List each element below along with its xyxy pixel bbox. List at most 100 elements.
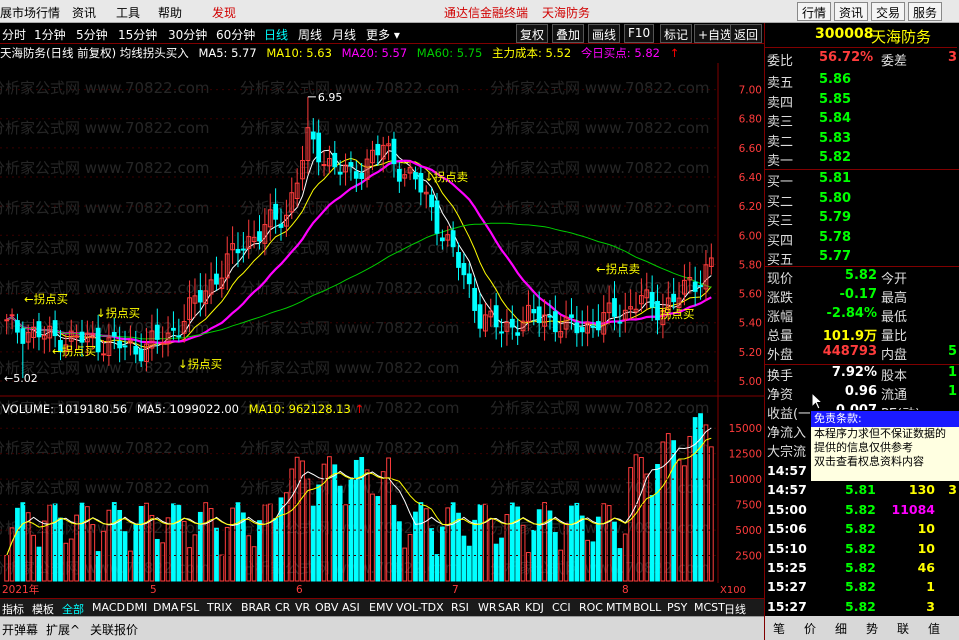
period-weekly[interactable]: 周线	[298, 26, 322, 43]
volume-bar	[214, 527, 219, 582]
indicator-tab[interactable]: MTM	[606, 601, 632, 614]
menu-help[interactable]: 帮助	[158, 4, 182, 21]
indicator-tab[interactable]: DMA	[153, 601, 179, 614]
period-monthly[interactable]: 月线	[332, 26, 356, 43]
trade-tab[interactable]: 势	[866, 620, 878, 637]
buy-level-price: 5.81	[819, 171, 852, 186]
indicator-tab[interactable]: VOL-TDX	[396, 601, 444, 614]
tick-volume: 1	[926, 579, 935, 595]
trade-button[interactable]: 交易	[871, 2, 906, 21]
indicator-tab[interactable]: CR	[275, 601, 290, 614]
period-5min[interactable]: 5分钟	[76, 26, 108, 43]
watermark-text: 分析家公式网 www.70822.com	[0, 439, 210, 457]
indicator-tab[interactable]: PSY	[667, 601, 687, 614]
candle-body	[536, 306, 542, 324]
period-more[interactable]: 更多 ▾	[366, 26, 400, 43]
volume-bar	[332, 464, 338, 582]
volume-bar	[278, 497, 284, 582]
kline-chart[interactable]: 分析家公式网 www.70822.com 分析家公式网 www.70822.com…	[0, 63, 764, 598]
volume-bar	[466, 545, 472, 582]
disclaimer-title: 免责条款:	[811, 411, 959, 427]
period-30min[interactable]: 30分钟	[168, 26, 207, 43]
trade-tab[interactable]: 笔	[773, 620, 785, 637]
indicator-tab[interactable]: WR	[478, 601, 497, 614]
overlay-button[interactable]: 叠加	[552, 24, 585, 43]
candle-body	[391, 138, 397, 165]
volume-bar	[375, 496, 381, 582]
period-tick[interactable]: 分时	[2, 26, 26, 43]
indicator-tab[interactable]: ASI	[342, 601, 360, 614]
quote-divider	[765, 364, 959, 365]
candle-body	[649, 292, 655, 308]
indicator-tab[interactable]: BRAR	[241, 601, 271, 614]
indicator-tab[interactable]: RSI	[451, 601, 469, 614]
indicator-tab[interactable]: MCST	[694, 601, 725, 614]
volume-bar	[316, 484, 322, 582]
volume-tick-label: 2500	[735, 551, 762, 563]
candle-body	[493, 305, 499, 328]
back-button[interactable]: 返回	[730, 24, 763, 43]
period-1min[interactable]: 1分钟	[34, 26, 66, 43]
trade-tab[interactable]: 值	[928, 620, 940, 637]
indicator-tab[interactable]: BOLL	[633, 601, 661, 614]
order-ratio-row: 委比 56.72% 委差 3	[767, 50, 957, 69]
trade-tab[interactable]: 价	[804, 620, 816, 637]
service-button[interactable]: 服务	[908, 2, 943, 21]
mark-button[interactable]: 标记	[660, 24, 693, 43]
indicator-tab[interactable]: DMI	[126, 601, 147, 614]
indicator-tab[interactable]: 全部	[62, 601, 84, 617]
indicator-tab[interactable]: 指标	[2, 601, 24, 617]
volume-bar	[197, 511, 203, 582]
draw-button[interactable]: 画线	[588, 24, 621, 43]
price-tick-label: 5.60	[739, 289, 762, 301]
candle-body	[348, 162, 354, 167]
linked-quote-toggle[interactable]: 关联报价	[90, 621, 138, 638]
candle-body	[117, 340, 123, 349]
candle-body	[316, 132, 322, 163]
stat-label-2: 内盘	[881, 348, 908, 363]
tick-price: 5.82	[845, 521, 876, 537]
candle-body	[4, 319, 10, 322]
indicator-tab[interactable]: FSL	[180, 601, 199, 614]
menu-market[interactable]: 展市场行情	[0, 4, 60, 21]
indicator-tab[interactable]: CCI	[552, 601, 571, 614]
menu-tools[interactable]: 工具	[116, 4, 140, 21]
danmaku-toggle[interactable]: 开弹幕	[2, 621, 38, 638]
menu-bar: 展市场行情 资讯 工具 帮助 发现 通达信金融终端 天海防务 行情 资讯 交易 …	[0, 0, 959, 23]
indicator-tab[interactable]: 模板	[32, 601, 54, 617]
sell-level-label: 卖一	[767, 154, 794, 169]
indicator-tab[interactable]: VR	[295, 601, 310, 614]
menu-discover[interactable]: 发现	[212, 4, 236, 21]
watermark-text: 分析家公式网 www.70822.com	[490, 279, 710, 297]
y-axis: 7.00 6.80 6.60 6.40 6.20 6.00 5.80 5.60 5.40 5.20…	[739, 85, 762, 388]
indicator-tab[interactable]: KDJ	[525, 601, 544, 614]
trade-tab[interactable]: 联	[897, 620, 909, 637]
indicator-tab[interactable]: MACD	[92, 601, 125, 614]
adjust-button[interactable]: 复权	[516, 24, 549, 43]
f10-button[interactable]: F10	[624, 24, 655, 43]
indicator-tab[interactable]: OBV	[315, 601, 338, 614]
news-button[interactable]: 资讯	[834, 2, 869, 21]
candle-body	[461, 263, 467, 276]
menu-news[interactable]: 资讯	[72, 4, 96, 21]
period-daily[interactable]: 日线	[264, 26, 288, 43]
expand-toggle[interactable]: 扩展^	[46, 621, 80, 638]
candle-body	[456, 252, 461, 268]
stat-row: 外盘 448793 内盘 5	[767, 344, 957, 363]
indicator-tab[interactable]: EMV	[369, 601, 393, 614]
tick-time: 14:57	[767, 463, 807, 478]
quote-button[interactable]: 行情	[797, 2, 832, 21]
candle-body	[240, 248, 246, 251]
candle-body	[515, 332, 521, 336]
stock-header[interactable]: 300008 天海防务	[765, 26, 957, 48]
period-60min[interactable]: 60分钟	[216, 26, 255, 43]
period-15min[interactable]: 15分钟	[118, 26, 157, 43]
indicator-tab[interactable]: TRIX	[207, 601, 232, 614]
trade-tab[interactable]: 细	[835, 620, 847, 637]
stat-label-2: 股本	[881, 369, 908, 384]
volume-bar	[493, 543, 499, 582]
indicator-tab[interactable]: ROC	[579, 601, 603, 614]
tick-price: 5.82	[845, 579, 876, 595]
volume-bar	[552, 532, 558, 582]
indicator-tab[interactable]: SAR	[498, 601, 520, 614]
